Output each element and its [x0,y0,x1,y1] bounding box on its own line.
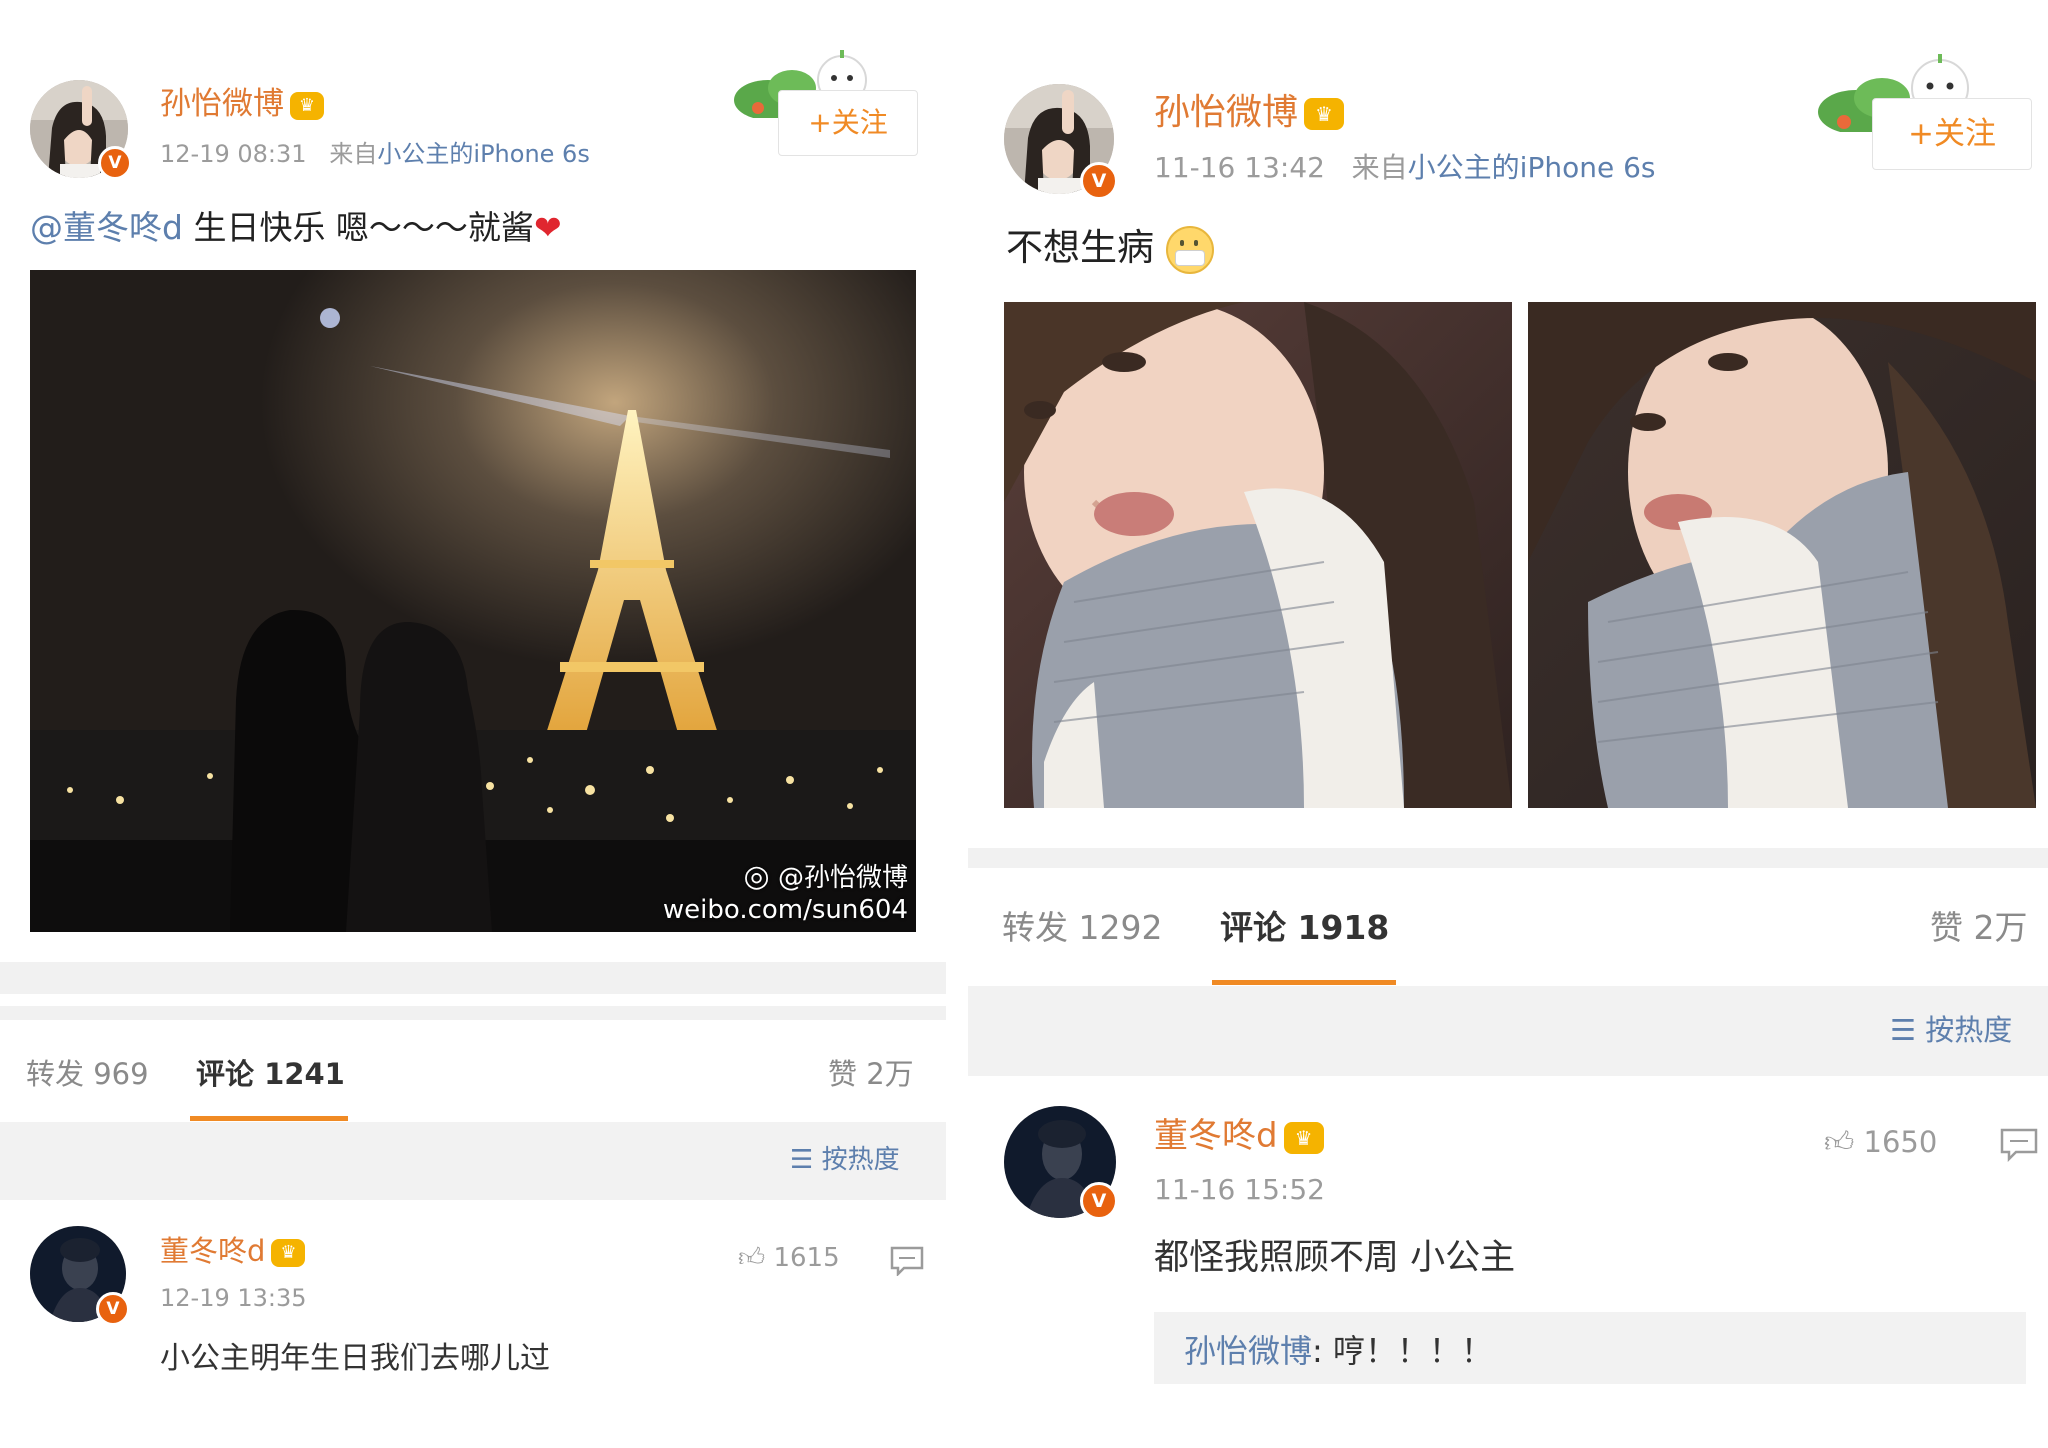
follow-button[interactable]: +关注 [778,90,918,156]
left-screenshot-panel: V 孙怡微博 ♛ 12-19 08:31 来自小公主的iPhone 6s +关注 … [0,0,960,1448]
post-author-row: 孙怡微博 ♛ [160,84,324,124]
sort-icon: ☰ [790,1145,814,1175]
post-author-name[interactable]: 孙怡微博 [1154,92,1298,133]
follow-button[interactable]: +关注 [1872,98,2032,170]
right-screenshot-panel: V 孙怡微博 ♛ 11-16 13:42 来自小公主的iPhone 6s +关注 … [968,0,2048,1448]
post-author-row: 孙怡微博 ♛ [1154,90,1345,136]
watermark-handle: @孙怡微博 [777,863,908,893]
post-photo-eiffel[interactable]: ◎ @孙怡微博 weibo.com/sun604 [30,270,916,932]
comment-timestamp: 12-19 13:35 [160,1284,307,1312]
comment-like-count: 1615 [773,1243,840,1273]
section-divider [0,962,946,994]
photo-watermark: ◎ @孙怡微博 weibo.com/sun604 [663,861,908,926]
post-body-text: 生日快乐 嗯～～～就酱 [182,208,534,247]
section-divider [968,848,2048,868]
verified-badge-icon: V [1080,162,1118,200]
comment-like-button[interactable]: 👍︎ 1615 [738,1240,840,1276]
post-source-prefix: 来自 [329,140,378,168]
post-author-name[interactable]: 孙怡微博 [160,86,284,122]
tab-likes[interactable]: 赞 2万 [1930,906,2028,950]
active-tab-indicator [190,1116,348,1121]
tab-comments[interactable]: 评论 1918 [1220,906,1389,950]
section-divider [0,1006,946,1020]
comment-like-count: 1650 [1863,1125,1938,1159]
reply-separator: : [1312,1332,1333,1370]
tab-comments-count: 1241 [264,1057,345,1091]
post-body-text: 不想生病 [1006,226,1154,269]
verified-badge-icon: V [96,1292,130,1326]
sort-by-hot-button[interactable]: ☰ 按热度 [1890,1010,2012,1050]
post-timestamp: 12-19 08:31 [160,140,307,168]
comment-like-button[interactable]: 👍︎ 1650 [1824,1122,1937,1162]
thumbs-up-icon: 👍︎ [738,1243,766,1273]
tab-likes-label: 赞 [1930,908,1963,947]
verified-badge-icon: V [98,146,132,180]
sort-label: 按热度 [1925,1013,2013,1047]
verified-badge-icon: V [1080,1182,1118,1220]
thumbs-up-icon: 👍︎ [1824,1125,1855,1159]
post-source-prefix: 来自 [1351,151,1408,184]
mask-emoji-icon [1165,225,1214,274]
crown-icon: ♛ [1283,1121,1324,1154]
sort-strip [968,986,2048,1076]
tab-repost[interactable]: 转发 969 [26,1054,149,1094]
tab-likes[interactable]: 赞 2万 [828,1054,914,1094]
comment-author-row: 董冬咚d ♛ [160,1232,306,1270]
comment-author-name[interactable]: 董冬咚d [1154,1116,1278,1156]
comment-text: 都怪我照顾不周 小公主 [1154,1238,1516,1278]
reply-author-name[interactable]: 孙怡微博 [1184,1332,1312,1370]
comment-reply: 孙怡微博: 哼！！！！ [1184,1330,1493,1372]
post-text: @董冬咚d 生日快乐 嗯～～～就酱❤ [30,204,562,252]
tab-comments-label: 评论 [196,1057,255,1091]
reply-text: 哼！！！！ [1332,1332,1493,1370]
sort-label: 按热度 [821,1145,900,1175]
post-meta: 12-19 08:31 来自小公主的iPhone 6s [160,138,590,170]
post-meta: 11-16 13:42 来自小公主的iPhone 6s [1154,150,1656,186]
crown-icon: ♛ [1304,98,1345,130]
weibo-logo-icon: ◎ [743,859,770,894]
post-text: 不想生病 [1006,222,1214,274]
active-tab-indicator [1212,980,1396,985]
crown-icon: ♛ [271,1239,306,1267]
post-mention-link[interactable]: @董冬咚d [30,208,183,247]
comment-icon[interactable] [2000,1128,2038,1162]
heart-icon: ❤ [533,208,562,247]
post-timestamp: 11-16 13:42 [1154,151,1325,184]
tab-comments-count: 1918 [1297,908,1390,947]
sort-icon: ☰ [1890,1013,1916,1047]
sort-by-hot-button[interactable]: ☰ 按热度 [790,1142,900,1178]
comment-icon[interactable] [890,1246,924,1276]
comment-author-row: 董冬咚d ♛ [1154,1114,1324,1158]
post-source-device[interactable]: 小公主的iPhone 6s [377,140,589,168]
tab-comments[interactable]: 评论 1241 [196,1054,345,1094]
post-photo-selfie-2[interactable] [1528,302,2036,808]
tab-repost-label: 转发 [26,1057,85,1091]
tab-repost-count: 969 [93,1057,149,1091]
tab-likes-count: 2万 [866,1057,914,1091]
tab-likes-label: 赞 [828,1057,858,1091]
tab-repost[interactable]: 转发 1292 [1002,906,1162,950]
crown-icon: ♛ [290,91,324,120]
comment-author-name[interactable]: 董冬咚d [160,1234,265,1268]
panel-divider [960,0,968,1448]
tab-comments-label: 评论 [1220,908,1286,947]
tab-repost-label: 转发 [1002,908,1068,947]
comment-timestamp: 11-16 15:52 [1154,1173,1325,1206]
post-photo-selfie-1[interactable] [1004,302,1512,808]
watermark-url: weibo.com/sun604 [662,895,908,925]
comment-text: 小公主明年生日我们去哪儿过 [160,1341,550,1376]
post-source-device[interactable]: 小公主的iPhone 6s [1408,151,1656,184]
tab-likes-count: 2万 [1973,908,2028,947]
tab-repost-count: 1292 [1078,908,1163,947]
